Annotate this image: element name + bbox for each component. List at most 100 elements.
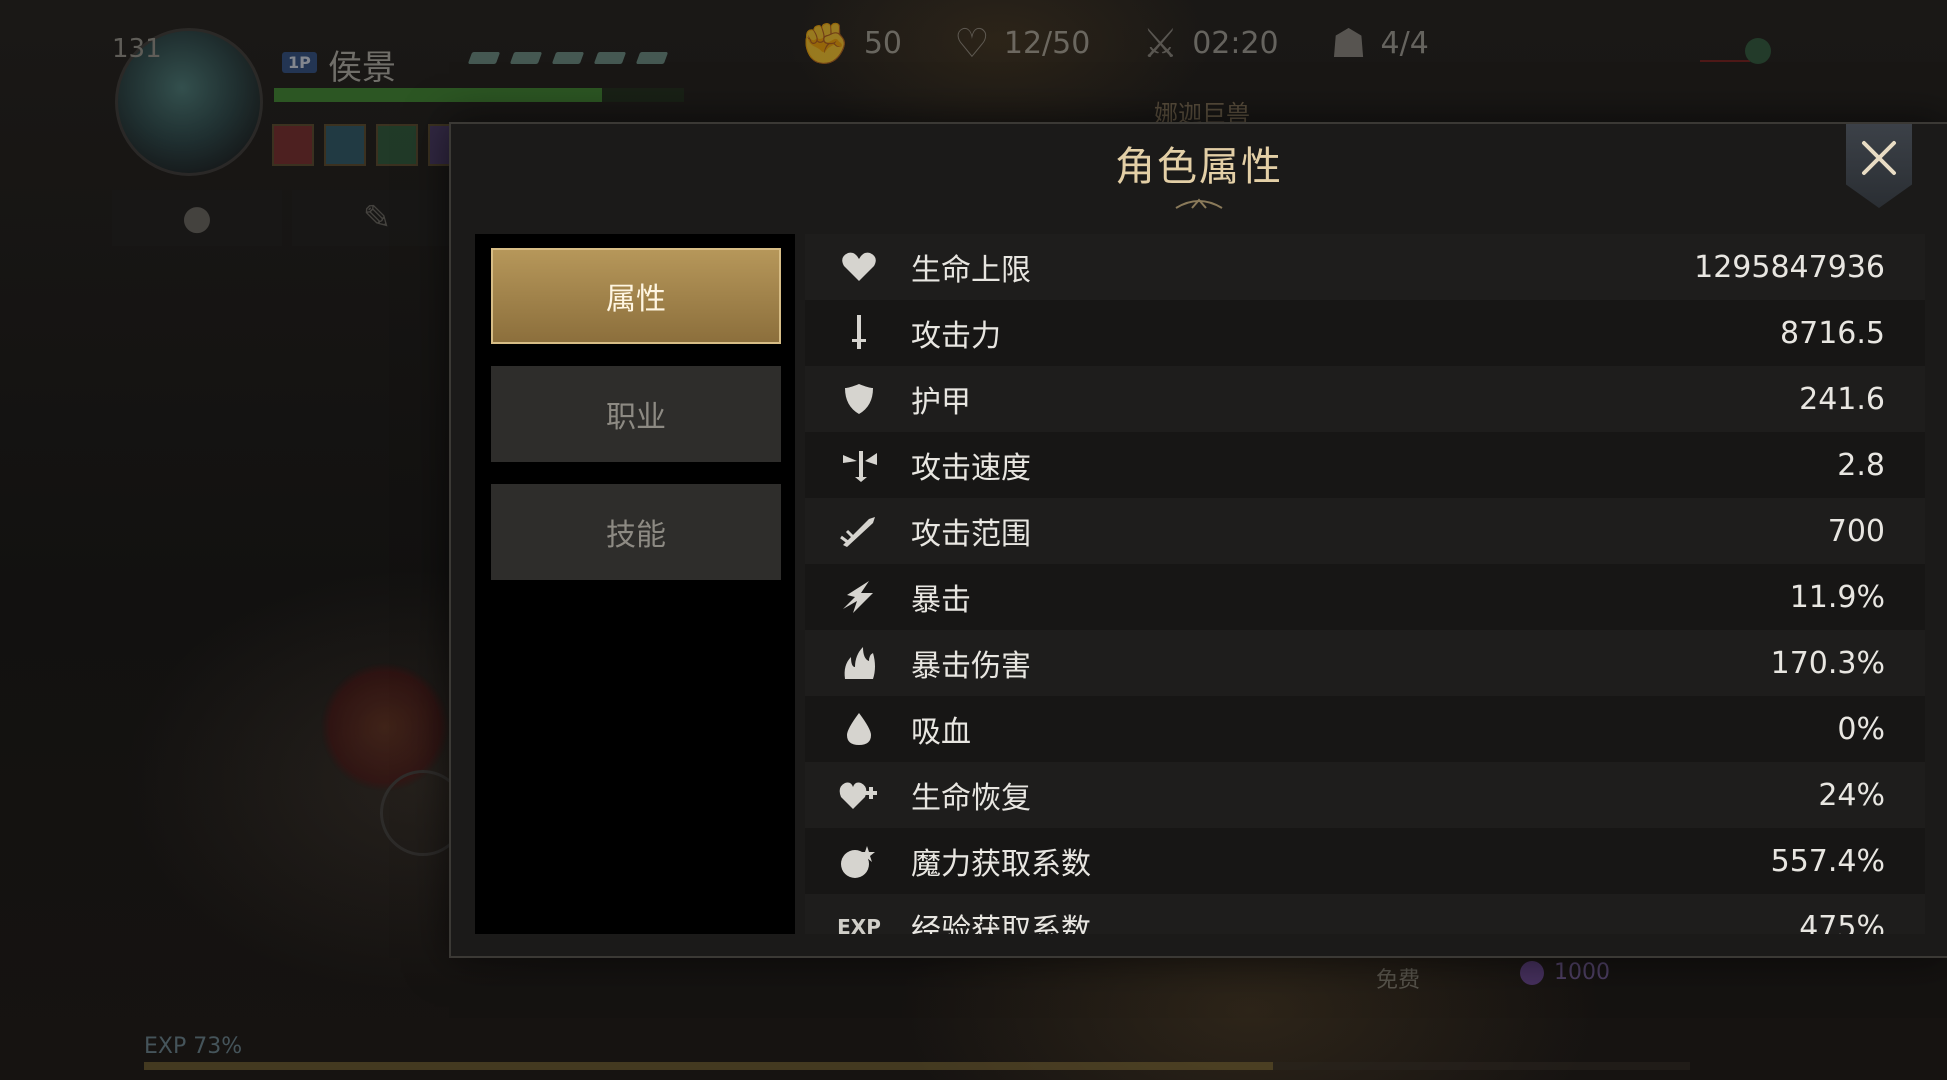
health-regen-icon: [829, 779, 889, 811]
gem-icon: [593, 52, 627, 64]
stat-row-critical-damage: 暴击伤害 170.3%: [805, 630, 1925, 696]
character-attributes-dialog: 角色属性 属性 职业 技能 生命上限 1295847936 攻击力 8716.5…: [449, 122, 1947, 958]
stat-label: 吸血: [911, 715, 971, 750]
hud-stat-value: 12/50: [1003, 26, 1091, 61]
critical-icon: [829, 579, 889, 615]
stat-label: 生命上限: [911, 253, 1031, 288]
stat-label: 暴击伤害: [911, 649, 1031, 684]
shield-icon: [829, 382, 889, 416]
stat-value: 557.4%: [1770, 843, 1885, 879]
hud-stat-value: 50: [863, 26, 902, 61]
tab-label: 属性: [606, 282, 666, 317]
hud-stat-power: ✊ 50: [800, 20, 902, 67]
fist-icon: ✊: [800, 21, 850, 67]
title-ornament-icon: [1175, 198, 1223, 209]
hud-stat-value: 4/4: [1380, 26, 1429, 61]
tab-attributes[interactable]: 属性: [491, 248, 781, 344]
stat-label: 攻击范围: [911, 517, 1031, 552]
stat-label: 暴击: [911, 583, 971, 618]
person-icon: ●: [182, 198, 212, 238]
critical-damage-icon: [829, 645, 889, 681]
stat-value: 8716.5: [1780, 315, 1885, 351]
sword-icon: [829, 313, 889, 353]
stat-row-attack-range: 攻击范围 700: [805, 498, 1925, 564]
gem-icon: [635, 52, 669, 64]
stat-row-lifesteal: 吸血 0%: [805, 696, 1925, 762]
player-tag: 1P: [282, 52, 317, 73]
stat-row-health-regen: 生命恢复 24%: [805, 762, 1925, 828]
stat-row-max-hp: 生命上限 1295847936: [805, 234, 1925, 300]
stat-value: 24%: [1818, 777, 1885, 813]
tab-profession[interactable]: 职业: [491, 366, 781, 462]
feather-button[interactable]: ✎: [292, 190, 462, 246]
gem-icon: [467, 52, 501, 64]
stat-value: 1295847936: [1694, 249, 1885, 285]
exp-label: EXP 73%: [144, 1034, 243, 1059]
stat-row-mana-gain: 魔力获取系数 557.4%: [805, 828, 1925, 894]
stat-value: 170.3%: [1770, 645, 1885, 681]
attack-range-icon: [829, 513, 889, 549]
stat-row-attack: 攻击力 8716.5: [805, 300, 1925, 366]
hud-stat-health: ♡ 12/50: [954, 21, 1090, 67]
stat-row-armor: 护甲 241.6: [805, 366, 1925, 432]
stat-label: 攻击力: [911, 319, 1001, 354]
crossed-swords-icon: ⚔: [1142, 20, 1179, 67]
mana-gem-icon: [1520, 960, 1544, 985]
stat-label: 生命恢复: [911, 781, 1031, 816]
exp-icon: EXP: [837, 915, 881, 934]
stat-value: 2.8: [1837, 447, 1885, 483]
hp-bar-fill: [274, 88, 602, 102]
shop-free-label[interactable]: 免费: [1376, 962, 1420, 994]
exp-bar-fill: [144, 1062, 1273, 1070]
hud-stat-boss: ☗ 4/4: [1331, 21, 1429, 67]
heart-icon: [829, 251, 889, 283]
lifesteal-icon: [829, 711, 889, 747]
tab-skills[interactable]: 技能: [491, 484, 781, 580]
skill-icon[interactable]: [376, 124, 418, 166]
buff-gems: [467, 52, 669, 64]
stat-value: 11.9%: [1789, 579, 1885, 615]
stat-value: 475%: [1799, 909, 1885, 935]
side-buttons: ● ✎: [112, 190, 462, 246]
stat-value: 241.6: [1799, 381, 1885, 417]
character-button[interactable]: ●: [112, 190, 282, 246]
attribute-list[interactable]: 生命上限 1295847936 攻击力 8716.5 护甲 241.6 攻击速度…: [805, 234, 1925, 934]
shop-cost-value: 1000: [1554, 960, 1610, 985]
heart-pulse-icon: ♡: [954, 20, 990, 67]
game-screen: 131 1P 侯景 ● ✎ ✊ 50 ♡ 12/50 ⚔ 02:20 ☗ 4/4…: [0, 0, 1947, 1080]
skill-icon[interactable]: [272, 124, 314, 166]
hud-stat-timer: ⚔ 02:20: [1142, 21, 1278, 67]
close-icon: [1862, 141, 1896, 175]
stat-row-attack-speed: 攻击速度 2.8: [805, 432, 1925, 498]
player-name: 侯景: [328, 48, 396, 88]
enemy-hp-line: [1700, 60, 1750, 62]
stat-label: 经验获取系数: [911, 913, 1091, 934]
minimap-marker: [1745, 38, 1771, 64]
hud-stats: ✊ 50 ♡ 12/50 ⚔ 02:20 ☗ 4/4: [800, 20, 1481, 68]
mana-gain-icon: [829, 842, 889, 880]
gem-icon: [551, 52, 585, 64]
player-level: 131: [112, 34, 162, 64]
gem-icon: [509, 52, 543, 64]
exp-bar: [144, 1062, 1690, 1070]
stat-label: 攻击速度: [911, 451, 1031, 486]
shop-cost[interactable]: 1000: [1520, 960, 1610, 985]
stat-label: 魔力获取系数: [911, 847, 1091, 882]
stat-label: 护甲: [911, 385, 971, 420]
stat-value: 0%: [1837, 711, 1885, 747]
attack-speed-icon: [829, 447, 889, 483]
dialog-title: 角色属性: [1115, 144, 1283, 190]
tab-list: 属性 职业 技能: [475, 234, 795, 934]
stat-row-exp-gain: EXP 经验获取系数 475%: [805, 894, 1925, 934]
stat-row-critical: 暴击 11.9%: [805, 564, 1925, 630]
tab-label: 职业: [606, 400, 666, 435]
demon-mask-icon: ☗: [1330, 20, 1367, 67]
stat-value: 700: [1827, 513, 1885, 549]
skill-icons: [272, 124, 470, 166]
hud-stat-value: 02:20: [1192, 26, 1279, 61]
feather-icon: ✎: [362, 198, 392, 238]
close-button[interactable]: [1846, 124, 1912, 208]
skill-icon[interactable]: [324, 124, 366, 166]
hp-bar: [274, 88, 684, 102]
tab-label: 技能: [606, 518, 666, 553]
